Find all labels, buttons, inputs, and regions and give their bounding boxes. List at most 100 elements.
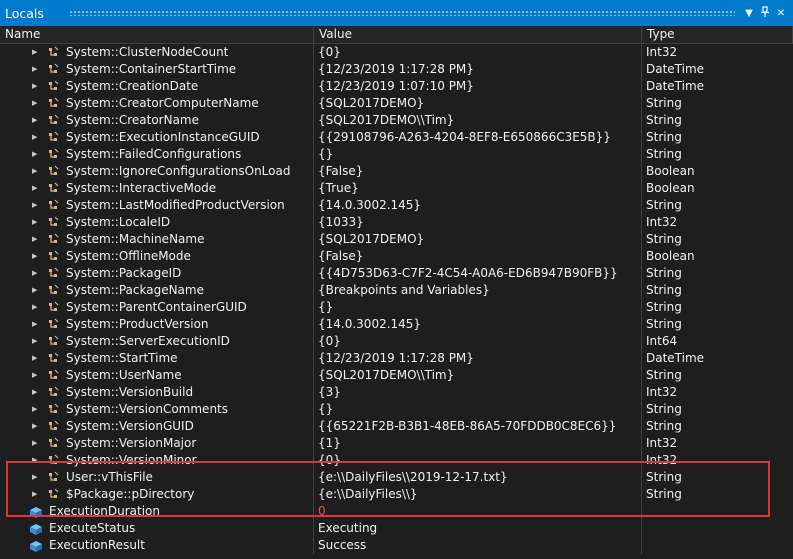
expand-arrow-icon[interactable]: ▶ xyxy=(32,129,40,146)
expand-arrow-icon[interactable]: ▶ xyxy=(32,367,40,384)
table-row[interactable]: ExecuteStatus Executing xyxy=(0,520,793,537)
table-row[interactable]: ▶ System::VersionBuild {3} Int32 xyxy=(0,384,793,401)
expand-arrow-icon[interactable]: ▶ xyxy=(32,486,40,503)
value-cell[interactable]: {14.0.3002.145} xyxy=(314,197,642,214)
table-row[interactable]: ▶ System::PackageID {{4D753D63-C7F2-4C54-A… xyxy=(0,265,793,282)
value-cell[interactable]: {False} xyxy=(314,163,642,180)
expand-arrow-icon[interactable]: ▶ xyxy=(32,197,40,214)
drag-grip[interactable] xyxy=(69,10,735,16)
expand-arrow-icon[interactable]: ▶ xyxy=(32,214,40,231)
value-cell[interactable]: {{29108796-A263-4204-8EF8-E650866C3E5B}} xyxy=(314,129,642,146)
table-row[interactable]: ▶ System::CreatorComputerName {SQL2017DEMO… xyxy=(0,95,793,112)
value-cell[interactable]: {e:\\DailyFiles\\2019-12-17.txt} xyxy=(314,469,642,486)
table-row[interactable]: ▶ System::VersionGUID {{65221F2B-B3B1-48EB… xyxy=(0,418,793,435)
window-position-dropdown-icon[interactable]: ▼ xyxy=(741,8,757,19)
expand-arrow-icon[interactable]: ▶ xyxy=(32,265,40,282)
tool-window-title-bar[interactable]: Locals ▼ ✕ xyxy=(0,0,793,26)
name-cell: ▶ System::IgnoreConfigurationsOnLoad xyxy=(0,163,314,180)
table-row[interactable]: ▶ System::InteractiveMode {True} Boolean xyxy=(0,180,793,197)
value-cell[interactable]: {12/23/2019 1:17:28 PM} xyxy=(314,350,642,367)
expand-arrow-icon[interactable]: ▶ xyxy=(32,452,40,469)
table-row[interactable]: ExecutionDuration 0 xyxy=(0,503,793,520)
expand-arrow-icon[interactable]: ▶ xyxy=(32,180,40,197)
value-cell[interactable]: 0 xyxy=(314,503,642,520)
value-cell[interactable]: {12/23/2019 1:07:10 PM} xyxy=(314,78,642,95)
expand-arrow-icon[interactable]: ▶ xyxy=(32,146,40,163)
table-row[interactable]: ▶ System::ExecutionInstanceGUID {{29108796… xyxy=(0,129,793,146)
table-row[interactable]: ▶ System::ClusterNodeCount {0} Int32 xyxy=(0,44,793,61)
value-cell[interactable]: {12/23/2019 1:17:28 PM} xyxy=(314,61,642,78)
expand-arrow-icon[interactable]: ▶ xyxy=(32,163,40,180)
value-cell[interactable]: {0} xyxy=(314,44,642,61)
value-cell[interactable]: {e:\\DailyFiles\\} xyxy=(314,486,642,503)
table-row[interactable]: ▶ System::CreationDate {12/23/2019 1:07:10… xyxy=(0,78,793,95)
table-row[interactable]: ▶ System::UserName {SQL2017DEMO\\Tim} Strin… xyxy=(0,367,793,384)
table-row[interactable]: ▶ System::StartTime {12/23/2019 1:17:28 PM… xyxy=(0,350,793,367)
expand-arrow-icon[interactable]: ▶ xyxy=(32,44,40,61)
table-row[interactable]: ▶ System::VersionMajor {1} Int32 xyxy=(0,435,793,452)
table-row[interactable]: ExecutionResult Success xyxy=(0,537,793,554)
table-row[interactable]: ▶ System::OfflineMode {False} Boolean xyxy=(0,248,793,265)
table-row[interactable]: ▶ System::VersionComments {} String xyxy=(0,401,793,418)
expand-arrow-icon[interactable]: ▶ xyxy=(32,95,40,112)
value-cell[interactable]: {} xyxy=(314,299,642,316)
value-cell[interactable]: {{4D753D63-C7F2-4C54-A0A6-ED6B947B90FB}} xyxy=(314,265,642,282)
value-cell[interactable]: {3} xyxy=(314,384,642,401)
expand-arrow-icon[interactable]: ▶ xyxy=(32,282,40,299)
expand-arrow-icon[interactable]: ▶ xyxy=(32,248,40,265)
value-cell[interactable]: {SQL2017DEMO} xyxy=(314,95,642,112)
value-cell[interactable]: {SQL2017DEMO\\Tim} xyxy=(314,367,642,384)
expand-arrow-icon[interactable]: ▶ xyxy=(32,384,40,401)
table-row[interactable]: ▶ System::LastModifiedProductVersion {14.0… xyxy=(0,197,793,214)
value-cell[interactable]: {Breakpoints and Variables} xyxy=(314,282,642,299)
expand-arrow-icon[interactable]: ▶ xyxy=(32,299,40,316)
table-row[interactable]: ▶ $Package::pDirectory {e:\\DailyFiles\\} S… xyxy=(0,486,793,503)
value-cell[interactable]: {0} xyxy=(314,333,642,350)
column-header-name[interactable]: Name xyxy=(0,26,314,43)
value-cell[interactable]: {SQL2017DEMO} xyxy=(314,231,642,248)
table-row[interactable]: ▶ User::vThisFile {e:\\DailyFiles\\2019-12… xyxy=(0,469,793,486)
table-row[interactable]: ▶ System::ProductVersion {14.0.3002.145} St… xyxy=(0,316,793,333)
table-row[interactable]: ▶ System::CreatorName {SQL2017DEMO\\Tim} St… xyxy=(0,112,793,129)
table-row[interactable]: ▶ System::MachineName {SQL2017DEMO} String xyxy=(0,231,793,248)
column-header-value[interactable]: Value xyxy=(314,26,642,43)
value-cell[interactable]: {{65221F2B-B3B1-48EB-86A5-70FDDB0C8EC6}} xyxy=(314,418,642,435)
table-row[interactable]: ▶ System::VersionMinor {0} Int32 xyxy=(0,452,793,469)
column-header-type[interactable]: Type xyxy=(642,26,793,43)
type-cell: Int64 xyxy=(646,334,678,348)
expand-arrow-icon[interactable]: ▶ xyxy=(32,316,40,333)
expand-arrow-icon[interactable]: ▶ xyxy=(32,78,40,95)
close-icon[interactable]: ✕ xyxy=(773,8,789,19)
table-row[interactable]: ▶ System::PackageName {Breakpoints and Var… xyxy=(0,282,793,299)
expand-arrow-icon[interactable]: ▶ xyxy=(32,350,40,367)
value-cell[interactable]: {1} xyxy=(314,435,642,452)
table-row[interactable]: ▶ System::ContainerStartTime {12/23/2019 1… xyxy=(0,61,793,78)
table-row[interactable]: ▶ System::ServerExecutionID {0} Int64 xyxy=(0,333,793,350)
expand-arrow-icon[interactable]: ▶ xyxy=(32,112,40,129)
value-cell[interactable]: {} xyxy=(314,146,642,163)
value-cell[interactable]: {False} xyxy=(314,248,642,265)
value-cell[interactable]: {True} xyxy=(314,180,642,197)
table-row[interactable]: ▶ System::LocaleID {1033} Int32 xyxy=(0,214,793,231)
variable-name: System::CreatorComputerName xyxy=(66,96,259,110)
value-cell[interactable]: {1033} xyxy=(314,214,642,231)
expand-arrow-icon[interactable]: ▶ xyxy=(32,61,40,78)
value-cell[interactable]: {0} xyxy=(314,452,642,469)
table-row[interactable]: ▶ System::ParentContainerGUID {} String xyxy=(0,299,793,316)
table-row[interactable]: ▶ System::IgnoreConfigurationsOnLoad {Fals… xyxy=(0,163,793,180)
expand-arrow-icon[interactable]: ▶ xyxy=(32,231,40,248)
expand-arrow-icon[interactable]: ▶ xyxy=(32,333,40,350)
value-cell[interactable]: {SQL2017DEMO\\Tim} xyxy=(314,112,642,129)
value-cell[interactable]: {14.0.3002.145} xyxy=(314,316,642,333)
value-cell[interactable]: Executing xyxy=(314,520,642,537)
variable-name: System::VersionComments xyxy=(66,402,229,416)
expand-arrow-icon[interactable]: ▶ xyxy=(32,401,40,418)
locals-grid: Name Value Type ▶ System::ClusterNodeCoun… xyxy=(0,26,793,554)
value-cell[interactable]: Success xyxy=(314,537,642,554)
table-row[interactable]: ▶ System::FailedConfigurations {} String xyxy=(0,146,793,163)
expand-arrow-icon[interactable]: ▶ xyxy=(32,469,40,486)
expand-arrow-icon[interactable]: ▶ xyxy=(32,435,40,452)
expand-arrow-icon[interactable]: ▶ xyxy=(32,418,40,435)
value-cell[interactable]: {} xyxy=(314,401,642,418)
pin-icon[interactable] xyxy=(757,5,773,21)
